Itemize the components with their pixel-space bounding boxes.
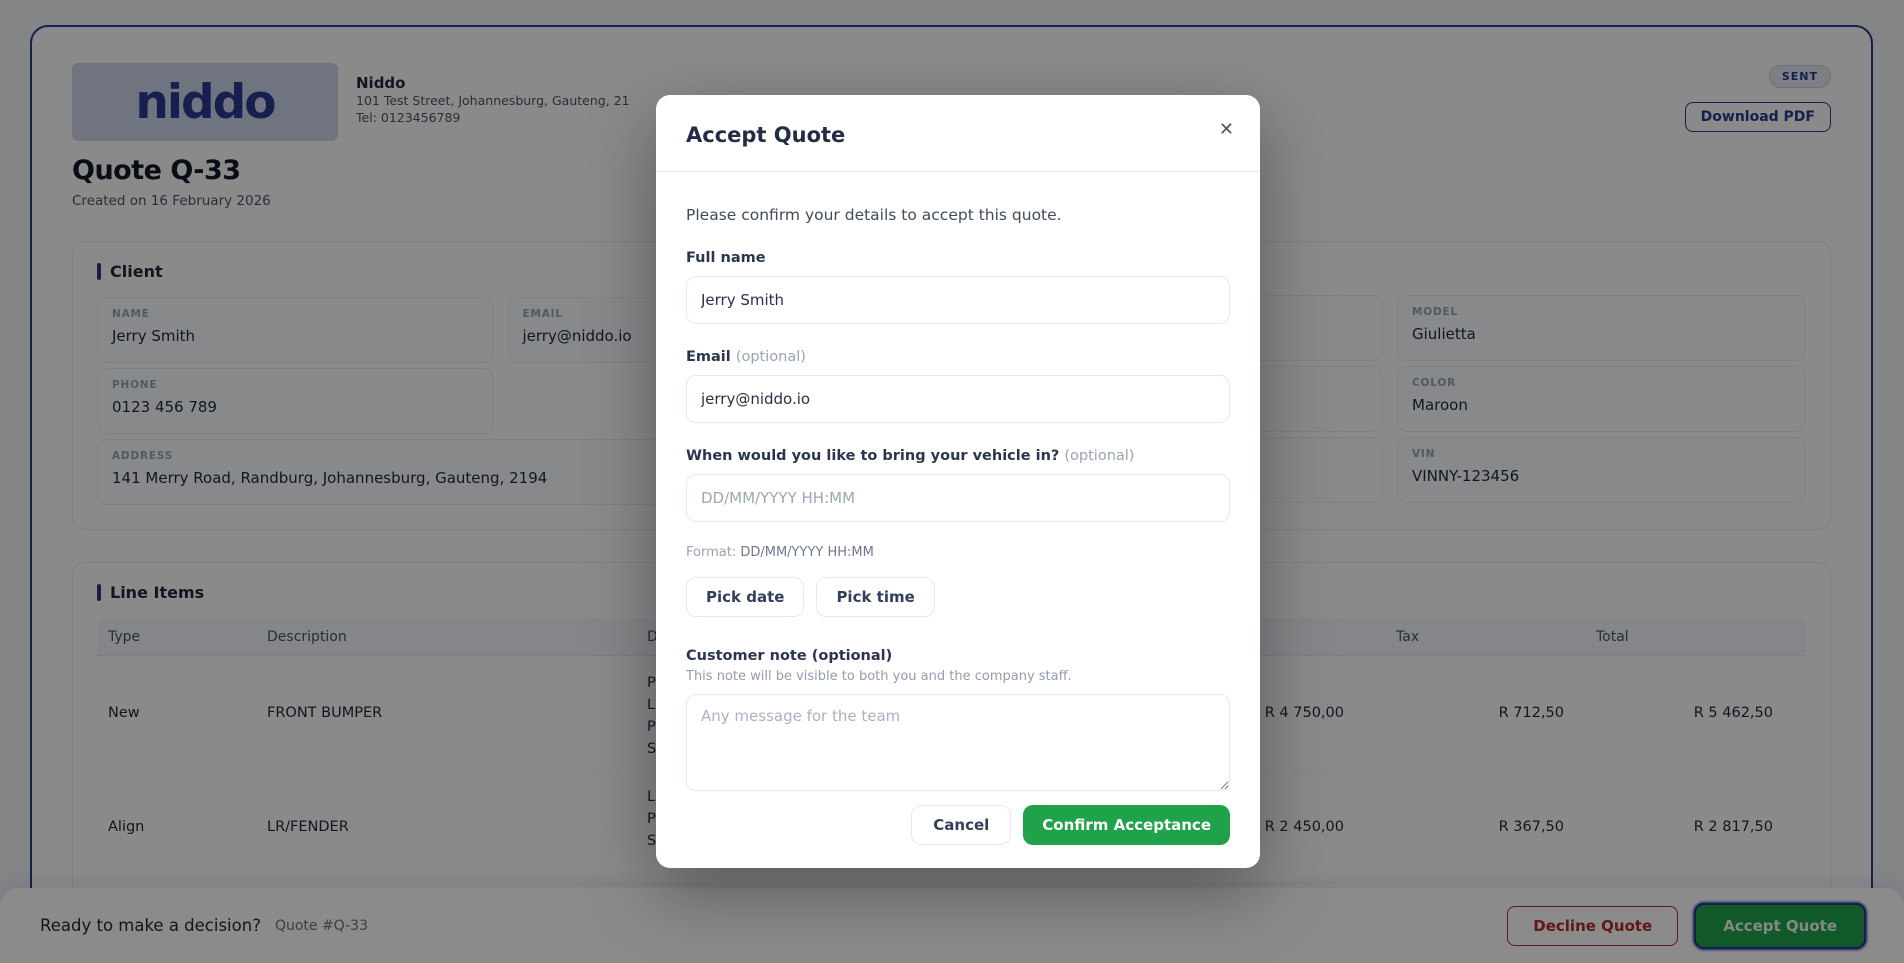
accept-quote-modal: Accept Quote ✕ Please confirm your detai… xyxy=(656,95,1260,868)
optional-suffix: (optional) xyxy=(736,349,806,365)
datetime-label: When would you like to bring your vehicl… xyxy=(686,448,1230,464)
email-field[interactable] xyxy=(686,375,1230,423)
format-hint: Format: DD/MM/YYYY HH:MM xyxy=(686,545,1230,560)
cancel-button[interactable]: Cancel xyxy=(911,805,1011,845)
full-name-label: Full name xyxy=(686,250,1230,266)
customer-note-label: Customer note (optional) xyxy=(686,648,1230,664)
email-label: Email (optional) xyxy=(686,349,1230,365)
customer-note-field[interactable] xyxy=(686,694,1230,791)
datetime-field[interactable] xyxy=(686,474,1230,522)
close-icon[interactable]: ✕ xyxy=(1219,121,1234,139)
full-name-field[interactable] xyxy=(686,276,1230,324)
optional-suffix: (optional) xyxy=(1064,448,1134,464)
modal-intro-text: Please confirm your details to accept th… xyxy=(686,206,1230,224)
customer-note-helper: This note will be visible to both you an… xyxy=(686,669,1230,684)
modal-title: Accept Quote xyxy=(686,123,1230,147)
pick-date-button[interactable]: Pick date xyxy=(686,577,804,617)
pick-time-button[interactable]: Pick time xyxy=(816,577,934,617)
confirm-acceptance-button[interactable]: Confirm Acceptance xyxy=(1023,805,1230,845)
